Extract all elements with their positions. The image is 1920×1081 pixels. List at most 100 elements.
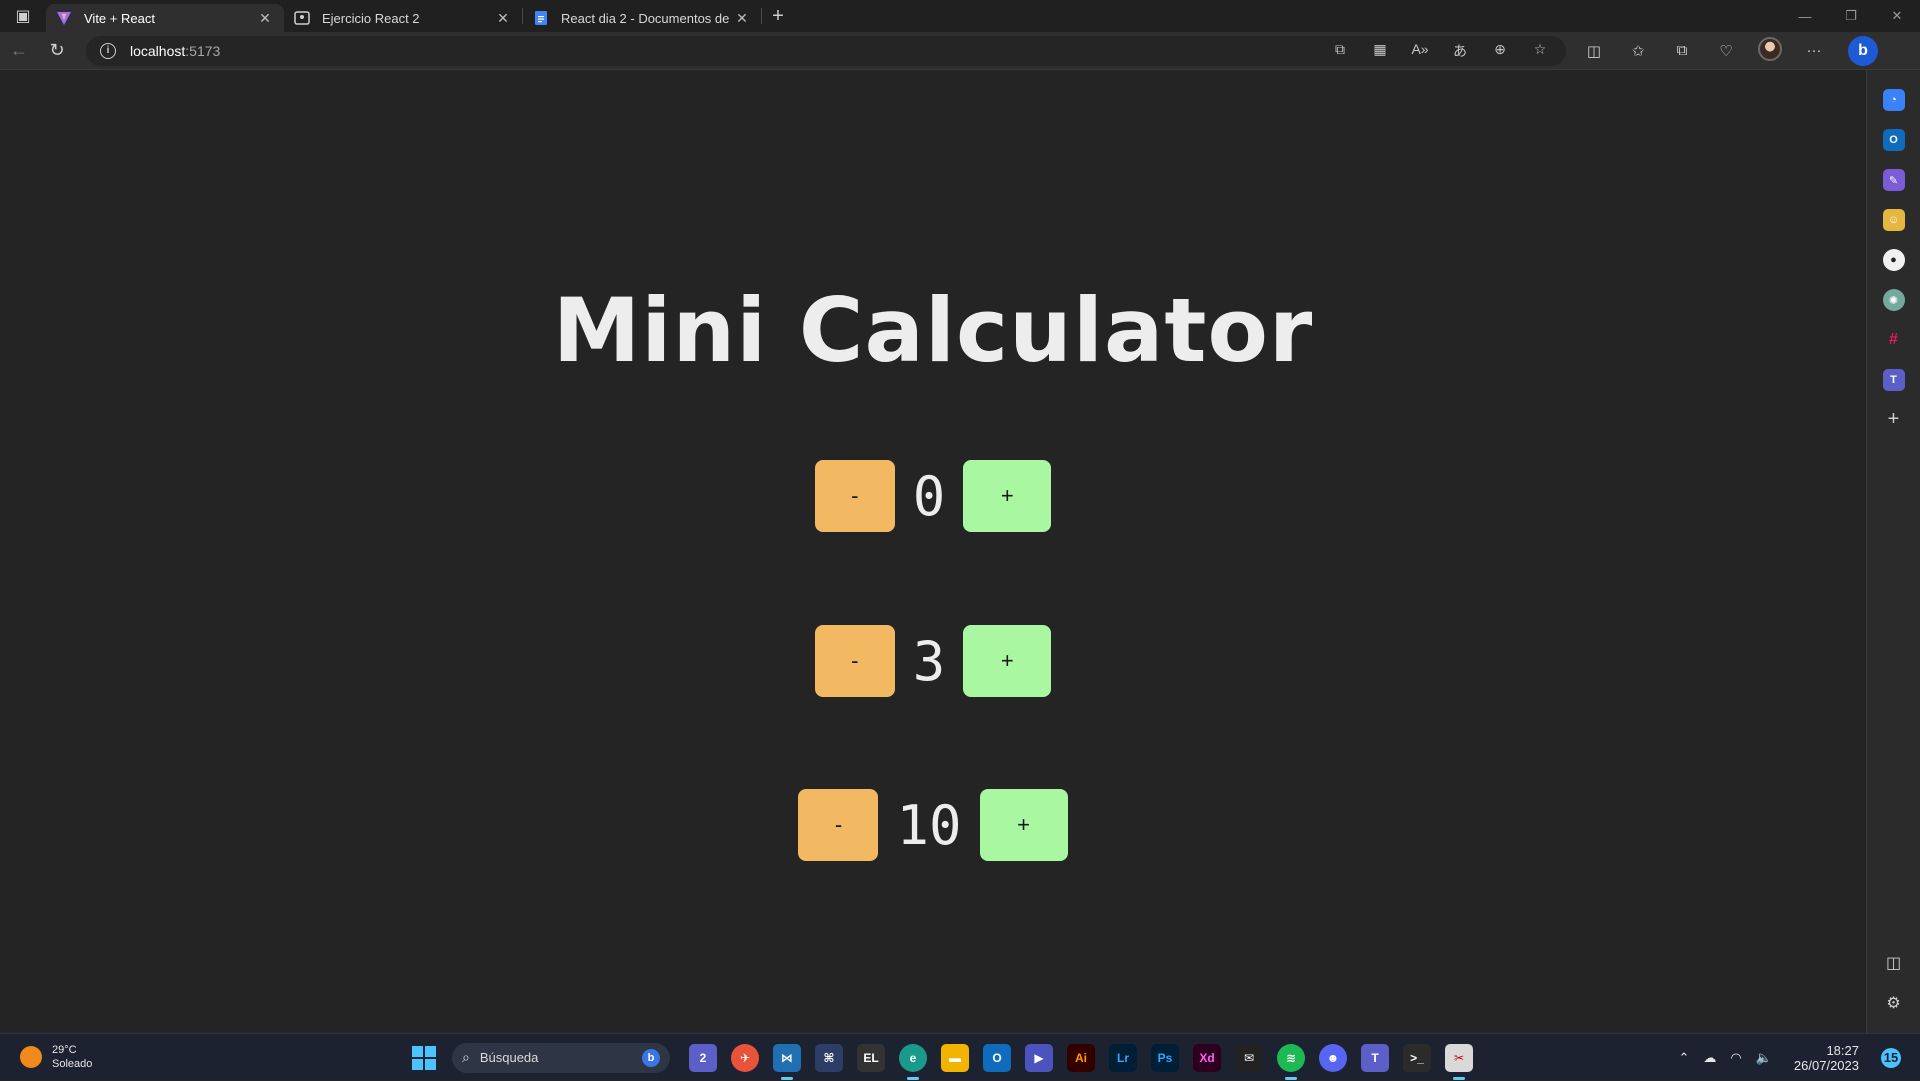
tab-close-icon[interactable]: ✕ — [256, 10, 274, 27]
teams-icon[interactable]: T — [1361, 1043, 1389, 1072]
teams-icon[interactable]: T — [1882, 369, 1905, 391]
tab-close-icon[interactable]: ✕ — [733, 10, 751, 27]
tab-close-icon[interactable]: ✕ — [494, 10, 512, 27]
outlook-icon[interactable]: O — [983, 1043, 1011, 1072]
messaging-app-icon[interactable]: ✉ — [1235, 1043, 1263, 1072]
network-app-icon[interactable]: ⌘ — [815, 1043, 843, 1072]
bing-icon: b — [642, 1048, 660, 1067]
chat-icon[interactable]: 2 — [689, 1043, 717, 1072]
tab-actions-button[interactable]: ▣ — [0, 0, 46, 32]
taskbar-apps: ⌕ Búsqueda b 2 ✈ ⋈ ⌘ EL e ▬ O ▶ Ai Lr Ps… — [412, 1034, 1480, 1081]
chatgpt-icon[interactable]: ✺ — [1882, 289, 1905, 311]
read-aloud-icon[interactable]: A» — [1400, 41, 1440, 61]
discord-icon[interactable]: ☻ — [1319, 1043, 1347, 1072]
restore-icon[interactable]: ❐ — [1828, 0, 1874, 32]
address-bar[interactable]: i localhost :5173 ⧉ ▦ A» あ ⊕ ☆ — [86, 35, 1566, 66]
avatar — [1758, 36, 1782, 61]
qr-code-icon[interactable]: ▦ — [1360, 41, 1400, 61]
elementor-icon[interactable]: EL — [857, 1043, 885, 1072]
address-bar-actions: ⧉ ▦ A» あ ⊕ ☆ — [1320, 41, 1566, 61]
volume-icon[interactable]: 🔈 — [1756, 1050, 1772, 1066]
designer-icon[interactable]: ✎ — [1882, 169, 1905, 191]
taskbar-search[interactable]: ⌕ Búsqueda b — [452, 1042, 670, 1073]
increment-button[interactable]: + — [979, 789, 1068, 861]
xd-icon[interactable]: Xd — [1193, 1043, 1221, 1072]
windows-logo-icon — [425, 1058, 436, 1070]
increment-button[interactable]: + — [963, 460, 1052, 532]
counter-value: 10 — [896, 793, 962, 857]
start-button[interactable] — [412, 1045, 436, 1070]
browser-essentials-icon[interactable]: ♡ — [1704, 42, 1748, 60]
tab-react-dia-2[interactable]: React dia 2 - Documentos de Go ✕ — [523, 4, 761, 32]
lightroom-icon[interactable]: Lr — [1109, 1043, 1137, 1072]
toolbar-actions: ◫ ✩ ⧉ ♡ ··· — [1572, 36, 1836, 65]
counter-row: - 10 + — [0, 789, 1866, 861]
decrement-button[interactable]: - — [798, 789, 879, 861]
counter-row: - 3 + — [0, 625, 1866, 697]
vscode-icon[interactable]: ⋈ — [773, 1043, 801, 1080]
search-label: Búsqueda — [479, 1050, 539, 1065]
illustrator-icon[interactable]: Ai — [1067, 1043, 1095, 1072]
weather-widget[interactable]: 29°C Soleado — [0, 1043, 300, 1071]
split-screen-icon[interactable]: ◫ — [1572, 42, 1616, 60]
collections-icon[interactable]: ⧉ — [1660, 42, 1704, 59]
spotify-icon[interactable]: ≋ — [1277, 1043, 1305, 1080]
back-button[interactable]: ← — [0, 32, 38, 70]
translate-icon[interactable]: あ — [1440, 41, 1480, 61]
tab-ejercicio-react[interactable]: Ejercicio React 2 ✕ — [284, 4, 522, 32]
zoom-icon[interactable]: ⊕ — [1480, 41, 1520, 61]
edge-icon[interactable]: e — [899, 1043, 927, 1080]
reload-icon: ↻ — [49, 40, 65, 60]
profile-button[interactable] — [1748, 36, 1792, 65]
favorite-star-icon[interactable]: ☆ — [1520, 41, 1560, 61]
windows-logo-icon — [425, 1045, 436, 1057]
reload-button[interactable]: ↻ — [38, 32, 76, 70]
window-controls: — ❐ ✕ — [1782, 0, 1920, 32]
windows-logo-icon — [412, 1058, 423, 1070]
app-available-icon[interactable]: ⧉ — [1320, 41, 1360, 61]
vite-icon — [56, 10, 72, 26]
hide-sidebar-icon[interactable]: ◫ — [1886, 953, 1901, 973]
decrement-button[interactable]: - — [814, 625, 895, 697]
close-window-icon[interactable]: ✕ — [1874, 0, 1920, 32]
sun-icon — [20, 1046, 42, 1068]
power-automate-icon[interactable]: ▶ — [1025, 1043, 1053, 1072]
counter-row: - 0 + — [0, 460, 1866, 532]
counter-value: 3 — [912, 629, 946, 693]
snipping-tool-icon[interactable]: ✂ — [1445, 1043, 1473, 1080]
tab-title: React dia 2 - Documentos de Go — [561, 10, 733, 26]
notification-center-badge[interactable]: 15 — [1881, 1047, 1901, 1068]
browser-sidebar: ◔ O ✎ ☺ ● ✺ # T + ◫ ⚙ — [1866, 70, 1920, 1033]
browser-tab-strip: ▣ Vite + React ✕ Ejercicio React 2 ✕ Rea… — [0, 0, 1920, 32]
tab-vite-react[interactable]: Vite + React ✕ — [46, 4, 284, 32]
minimize-icon[interactable]: — — [1782, 0, 1828, 32]
postman-icon[interactable]: ✈ — [731, 1043, 759, 1072]
weather-condition: Soleado — [52, 1058, 93, 1070]
wifi-icon[interactable]: ◠ — [1730, 1050, 1741, 1066]
notification-bell-icon[interactable]: ◔ — [1882, 89, 1905, 111]
photoshop-icon[interactable]: Ps — [1151, 1043, 1179, 1072]
favorites-icon[interactable]: ✩ — [1616, 42, 1660, 60]
clock-date: 26/07/2023 — [1793, 1057, 1859, 1073]
more-options-icon[interactable]: ··· — [1792, 42, 1836, 59]
site-info-icon[interactable]: i — [100, 42, 116, 59]
github-icon[interactable]: ● — [1882, 249, 1905, 271]
outlook-icon[interactable]: O — [1882, 129, 1905, 151]
new-tab-button[interactable]: + — [762, 5, 794, 28]
add-sidebar-app-icon[interactable]: + — [1888, 408, 1900, 431]
show-hidden-icons-icon[interactable]: ⌃ — [1678, 1050, 1689, 1066]
terminal-icon[interactable]: >_ — [1403, 1043, 1431, 1072]
file-explorer-icon[interactable]: ▬ — [941, 1043, 969, 1072]
clock[interactable]: 18:27 26/07/2023 — [1787, 1043, 1866, 1073]
slack-icon[interactable]: # — [1882, 329, 1905, 351]
decrement-button[interactable]: - — [814, 460, 895, 532]
onedrive-icon[interactable]: ☁ — [1703, 1050, 1716, 1066]
tab-title: Ejercicio React 2 — [322, 10, 420, 26]
page-title: Mini Calculator — [552, 279, 1314, 382]
tab-actions-icon: ▣ — [15, 8, 31, 25]
copilot-icon[interactable]: b — [1848, 35, 1878, 66]
sidebar-settings-icon[interactable]: ⚙ — [1886, 993, 1900, 1013]
search-icon: ⌕ — [462, 1049, 470, 1065]
contacts-icon[interactable]: ☺ — [1882, 209, 1905, 231]
increment-button[interactable]: + — [963, 625, 1052, 697]
